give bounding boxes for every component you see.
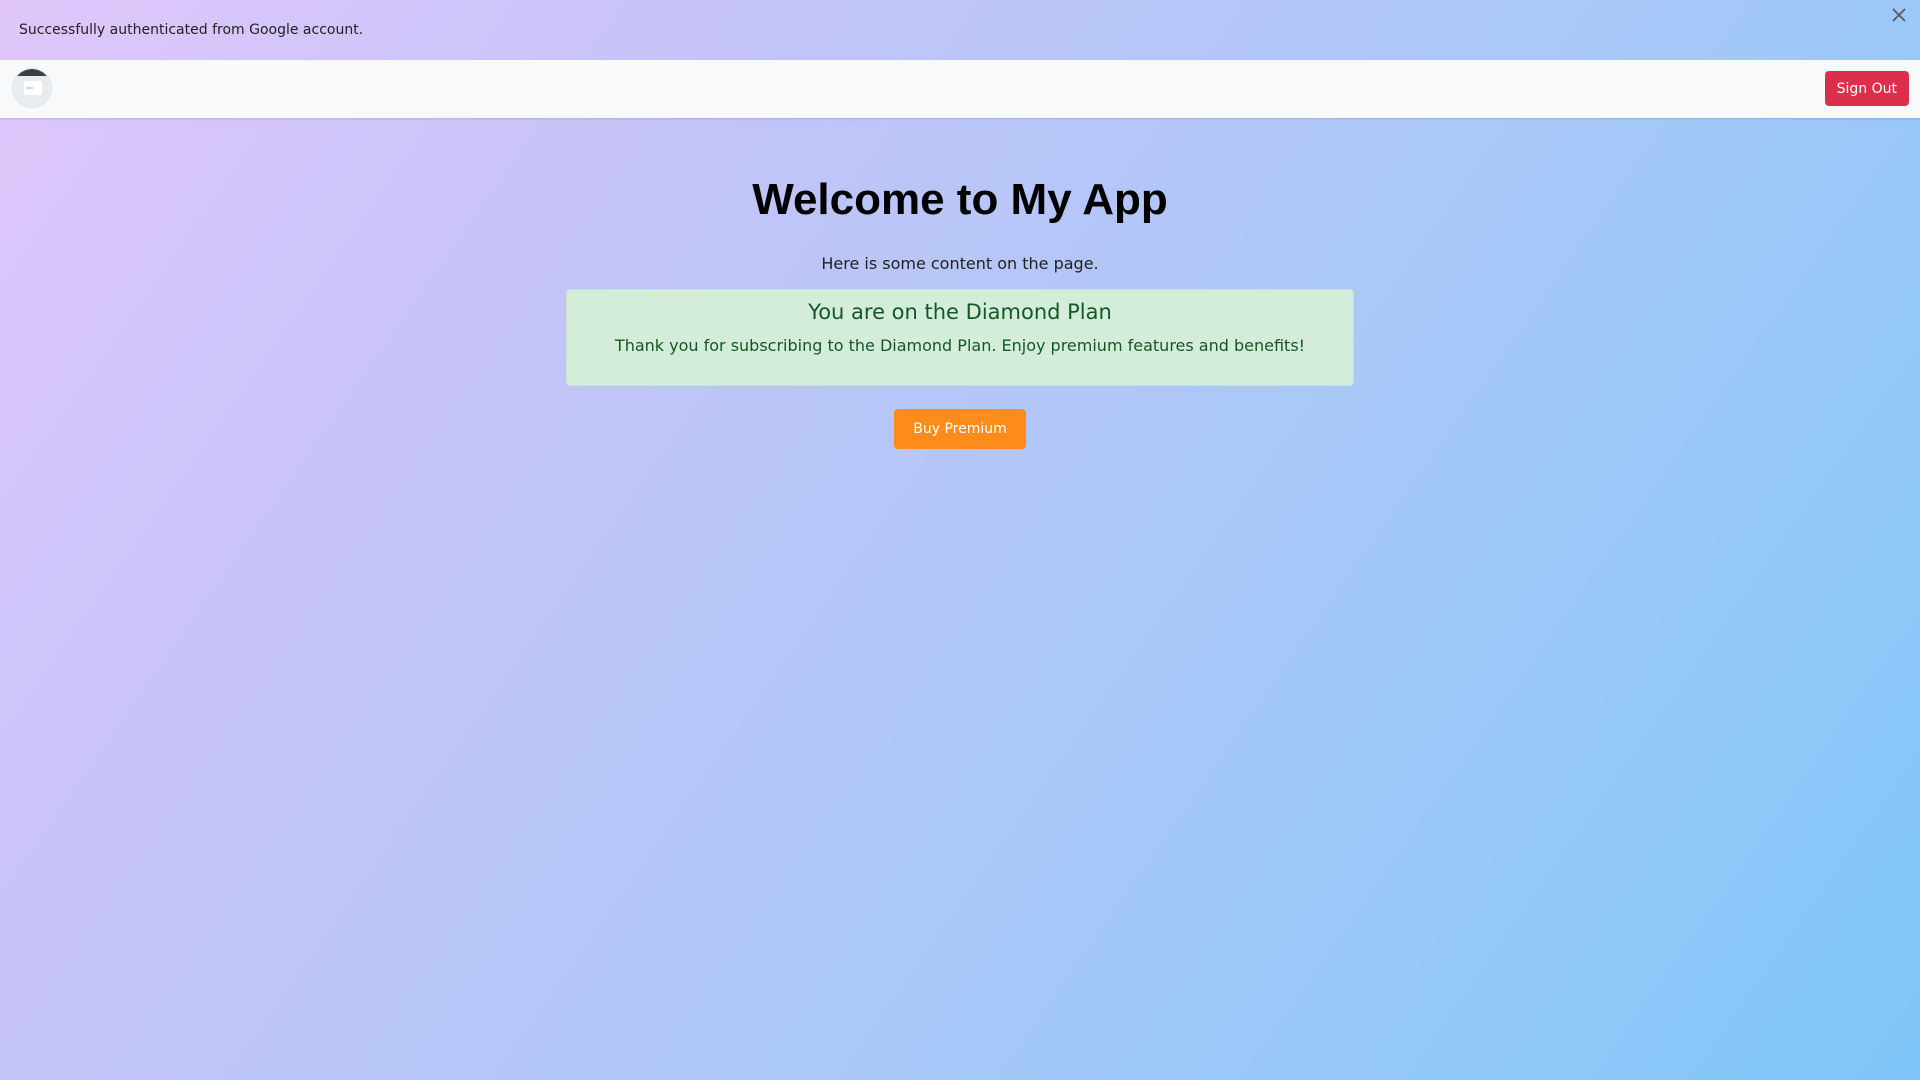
buy-premium-button[interactable]: Buy Premium [894, 409, 1026, 450]
plan-message: Thank you for subscribing to the Diamond… [614, 336, 1306, 356]
toast-message: Successfully authenticated from Google a… [19, 22, 364, 38]
avatar[interactable] [12, 68, 52, 108]
id-card-icon [24, 81, 42, 95]
avatar-cap [13, 69, 51, 76]
sign-out-button[interactable]: Sign Out [1824, 71, 1909, 106]
main-content: Welcome to My App Here is some content o… [0, 118, 1920, 450]
page-title: Welcome to My App [752, 175, 1168, 224]
auth-toast: Successfully authenticated from Google a… [0, 0, 1920, 60]
plan-alert: You are on the Diamond Plan Thank you fo… [566, 289, 1354, 387]
page-subtitle: Here is some content on the page. [821, 254, 1099, 274]
navbar: Sign Out [0, 60, 1920, 118]
close-icon[interactable] [1888, 4, 1910, 26]
plan-heading: You are on the Diamond Plan [808, 300, 1112, 325]
